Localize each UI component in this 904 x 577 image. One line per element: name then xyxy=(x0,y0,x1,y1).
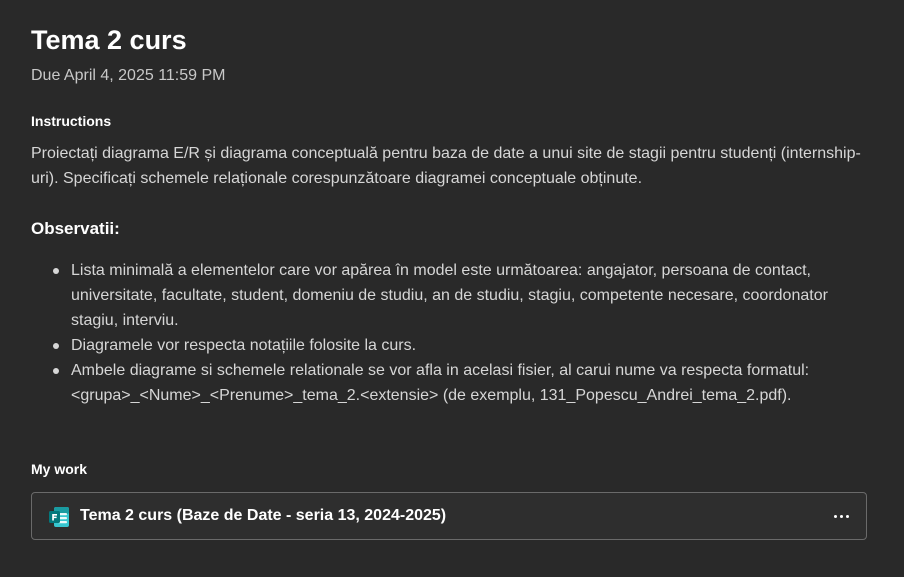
work-item-card[interactable]: Tema 2 curs (Baze de Date - seria 13, 20… xyxy=(31,492,867,540)
assignment-title: Tema 2 curs xyxy=(31,25,187,55)
observation-item: Ambele diagrame si schemele relationale … xyxy=(53,358,861,408)
instructions-label: Instructions xyxy=(31,113,112,129)
more-options-icon[interactable] xyxy=(826,501,856,531)
observation-item: Lista minimală a elementelor care vor ap… xyxy=(53,258,861,333)
instructions-text: Proiectați diagrama E/R și diagrama conc… xyxy=(31,145,861,187)
microsoft-forms-icon xyxy=(49,507,69,527)
my-work-label: My work xyxy=(31,461,88,477)
observations-list: Lista minimală a elementelor care vor ap… xyxy=(31,258,861,408)
due-date: Due April 4, 2025 11:59 PM xyxy=(31,67,226,84)
observation-item: Diagramele vor respecta notațiile folosi… xyxy=(53,333,861,358)
work-item-title[interactable]: Tema 2 curs (Baze de Date - seria 13, 20… xyxy=(80,507,446,525)
observations-heading: Observatii: xyxy=(31,219,120,238)
